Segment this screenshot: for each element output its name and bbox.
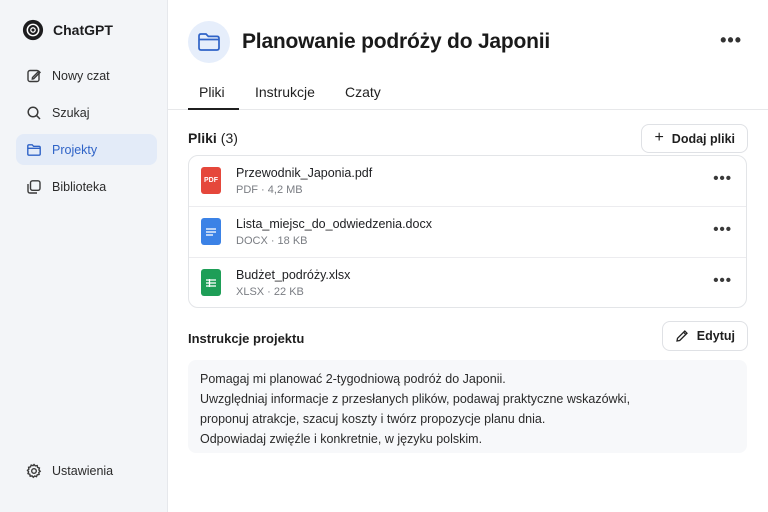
project-more-menu-icon[interactable]: •••: [720, 30, 742, 51]
instruction-line: Pomagaj mi planować 2-tygodniową podróż …: [200, 372, 506, 386]
sidebar-item-library[interactable]: Biblioteka: [16, 171, 157, 202]
tab-bar: Pliki Instrukcje Czaty: [168, 76, 768, 110]
search-icon: [27, 105, 41, 120]
sidebar-nav: Nowy czat Szukaj Projekty Biblioteka: [16, 60, 157, 208]
brand-name: ChatGPT: [53, 22, 113, 38]
files-count: (3): [220, 130, 238, 146]
file-name: Lista_miejsc_do_odwiedzenia.docx: [236, 217, 432, 231]
page-title: Planowanie podróży do Japonii: [242, 30, 551, 53]
sidebar-item-label: Projekty: [52, 142, 98, 157]
files-heading: Pliki (3): [188, 130, 238, 146]
sidebar-item-label: Biblioteka: [52, 179, 107, 194]
sidebar-item-search[interactable]: Szukaj: [16, 97, 157, 128]
tab-instructions[interactable]: Instrukcje: [255, 84, 315, 100]
settings-button[interactable]: Ustawienia: [26, 463, 113, 479]
file-meta: DOCX · 18 KB: [236, 235, 308, 247]
file-row-docx[interactable]: Lista_miejsc_do_odwiedzenia.docx DOCX · …: [189, 207, 746, 258]
file-list: PDF Przewodnik_Japonia.pdf PDF · 4,2 MB …: [188, 155, 747, 308]
sidebar-item-label: Szukaj: [52, 105, 90, 120]
brand[interactable]: ChatGPT: [22, 19, 113, 41]
file-more-icon[interactable]: •••: [713, 170, 732, 187]
add-files-label: Dodaj pliki: [671, 131, 735, 146]
chatgpt-logo-icon: [22, 19, 44, 41]
pdf-badge: PDF: [204, 177, 218, 184]
file-row-pdf[interactable]: PDF Przewodnik_Japonia.pdf PDF · 4,2 MB …: [189, 156, 746, 207]
edit-instructions-button[interactable]: Edytuj: [661, 321, 748, 351]
pencil-icon: [675, 330, 688, 342]
instructions-heading: Instrukcje projektu: [188, 331, 305, 346]
plus-icon: +: [654, 128, 664, 146]
sidebar: ChatGPT Nowy czat Szukaj Projekty Biblio…: [0, 0, 168, 512]
tab-files[interactable]: Pliki: [199, 84, 225, 100]
pdf-file-icon: PDF: [201, 167, 221, 194]
xlsx-file-icon: [201, 269, 221, 296]
instruction-line: proponuj atrakcje, szacuj koszty i twórz…: [200, 412, 546, 426]
tab-chats[interactable]: Czaty: [345, 84, 381, 100]
file-row-xlsx[interactable]: Budżet_podróży.xlsx XLSX · 22 KB •••: [189, 258, 746, 309]
doc-lines-icon: [206, 227, 216, 236]
library-icon: [27, 179, 41, 194]
docx-file-icon: [201, 218, 221, 245]
instruction-line: Uwzględniaj informacje z przesłanych pli…: [200, 392, 631, 406]
file-name: Budżet_podróży.xlsx: [236, 268, 351, 282]
edit-label: Edytuj: [696, 329, 735, 343]
gear-icon: [26, 463, 42, 479]
project-main: Planowanie podróży do Japonii ••• Pliki …: [168, 0, 768, 512]
file-more-icon[interactable]: •••: [713, 221, 732, 238]
sheet-grid-icon: [206, 278, 216, 287]
edit-icon: [27, 69, 41, 82]
file-meta: XLSX · 22 KB: [236, 286, 304, 298]
sidebar-item-projects[interactable]: Projekty: [16, 134, 157, 165]
instruction-line: Odpowiadaj zwięźle i konkretnie, w język…: [200, 432, 483, 446]
project-header: Planowanie podróży do Japonii: [188, 21, 550, 63]
add-files-button[interactable]: + Dodaj pliki: [641, 124, 748, 153]
file-name: Przewodnik_Japonia.pdf: [236, 166, 373, 180]
file-meta: PDF · 4,2 MB: [236, 184, 303, 196]
sidebar-item-new-chat[interactable]: Nowy czat: [16, 60, 157, 91]
project-folder-badge: [188, 21, 230, 63]
settings-label: Ustawienia: [52, 464, 114, 478]
folder-icon: [27, 143, 41, 156]
files-heading-label: Pliki: [188, 130, 217, 146]
active-tab-indicator: [188, 108, 239, 110]
instructions-content: Pomagaj mi planować 2-tygodniową podróż …: [188, 360, 747, 453]
sidebar-item-label: Nowy czat: [52, 68, 110, 83]
file-more-icon[interactable]: •••: [713, 272, 732, 289]
folder-icon: [198, 33, 220, 51]
